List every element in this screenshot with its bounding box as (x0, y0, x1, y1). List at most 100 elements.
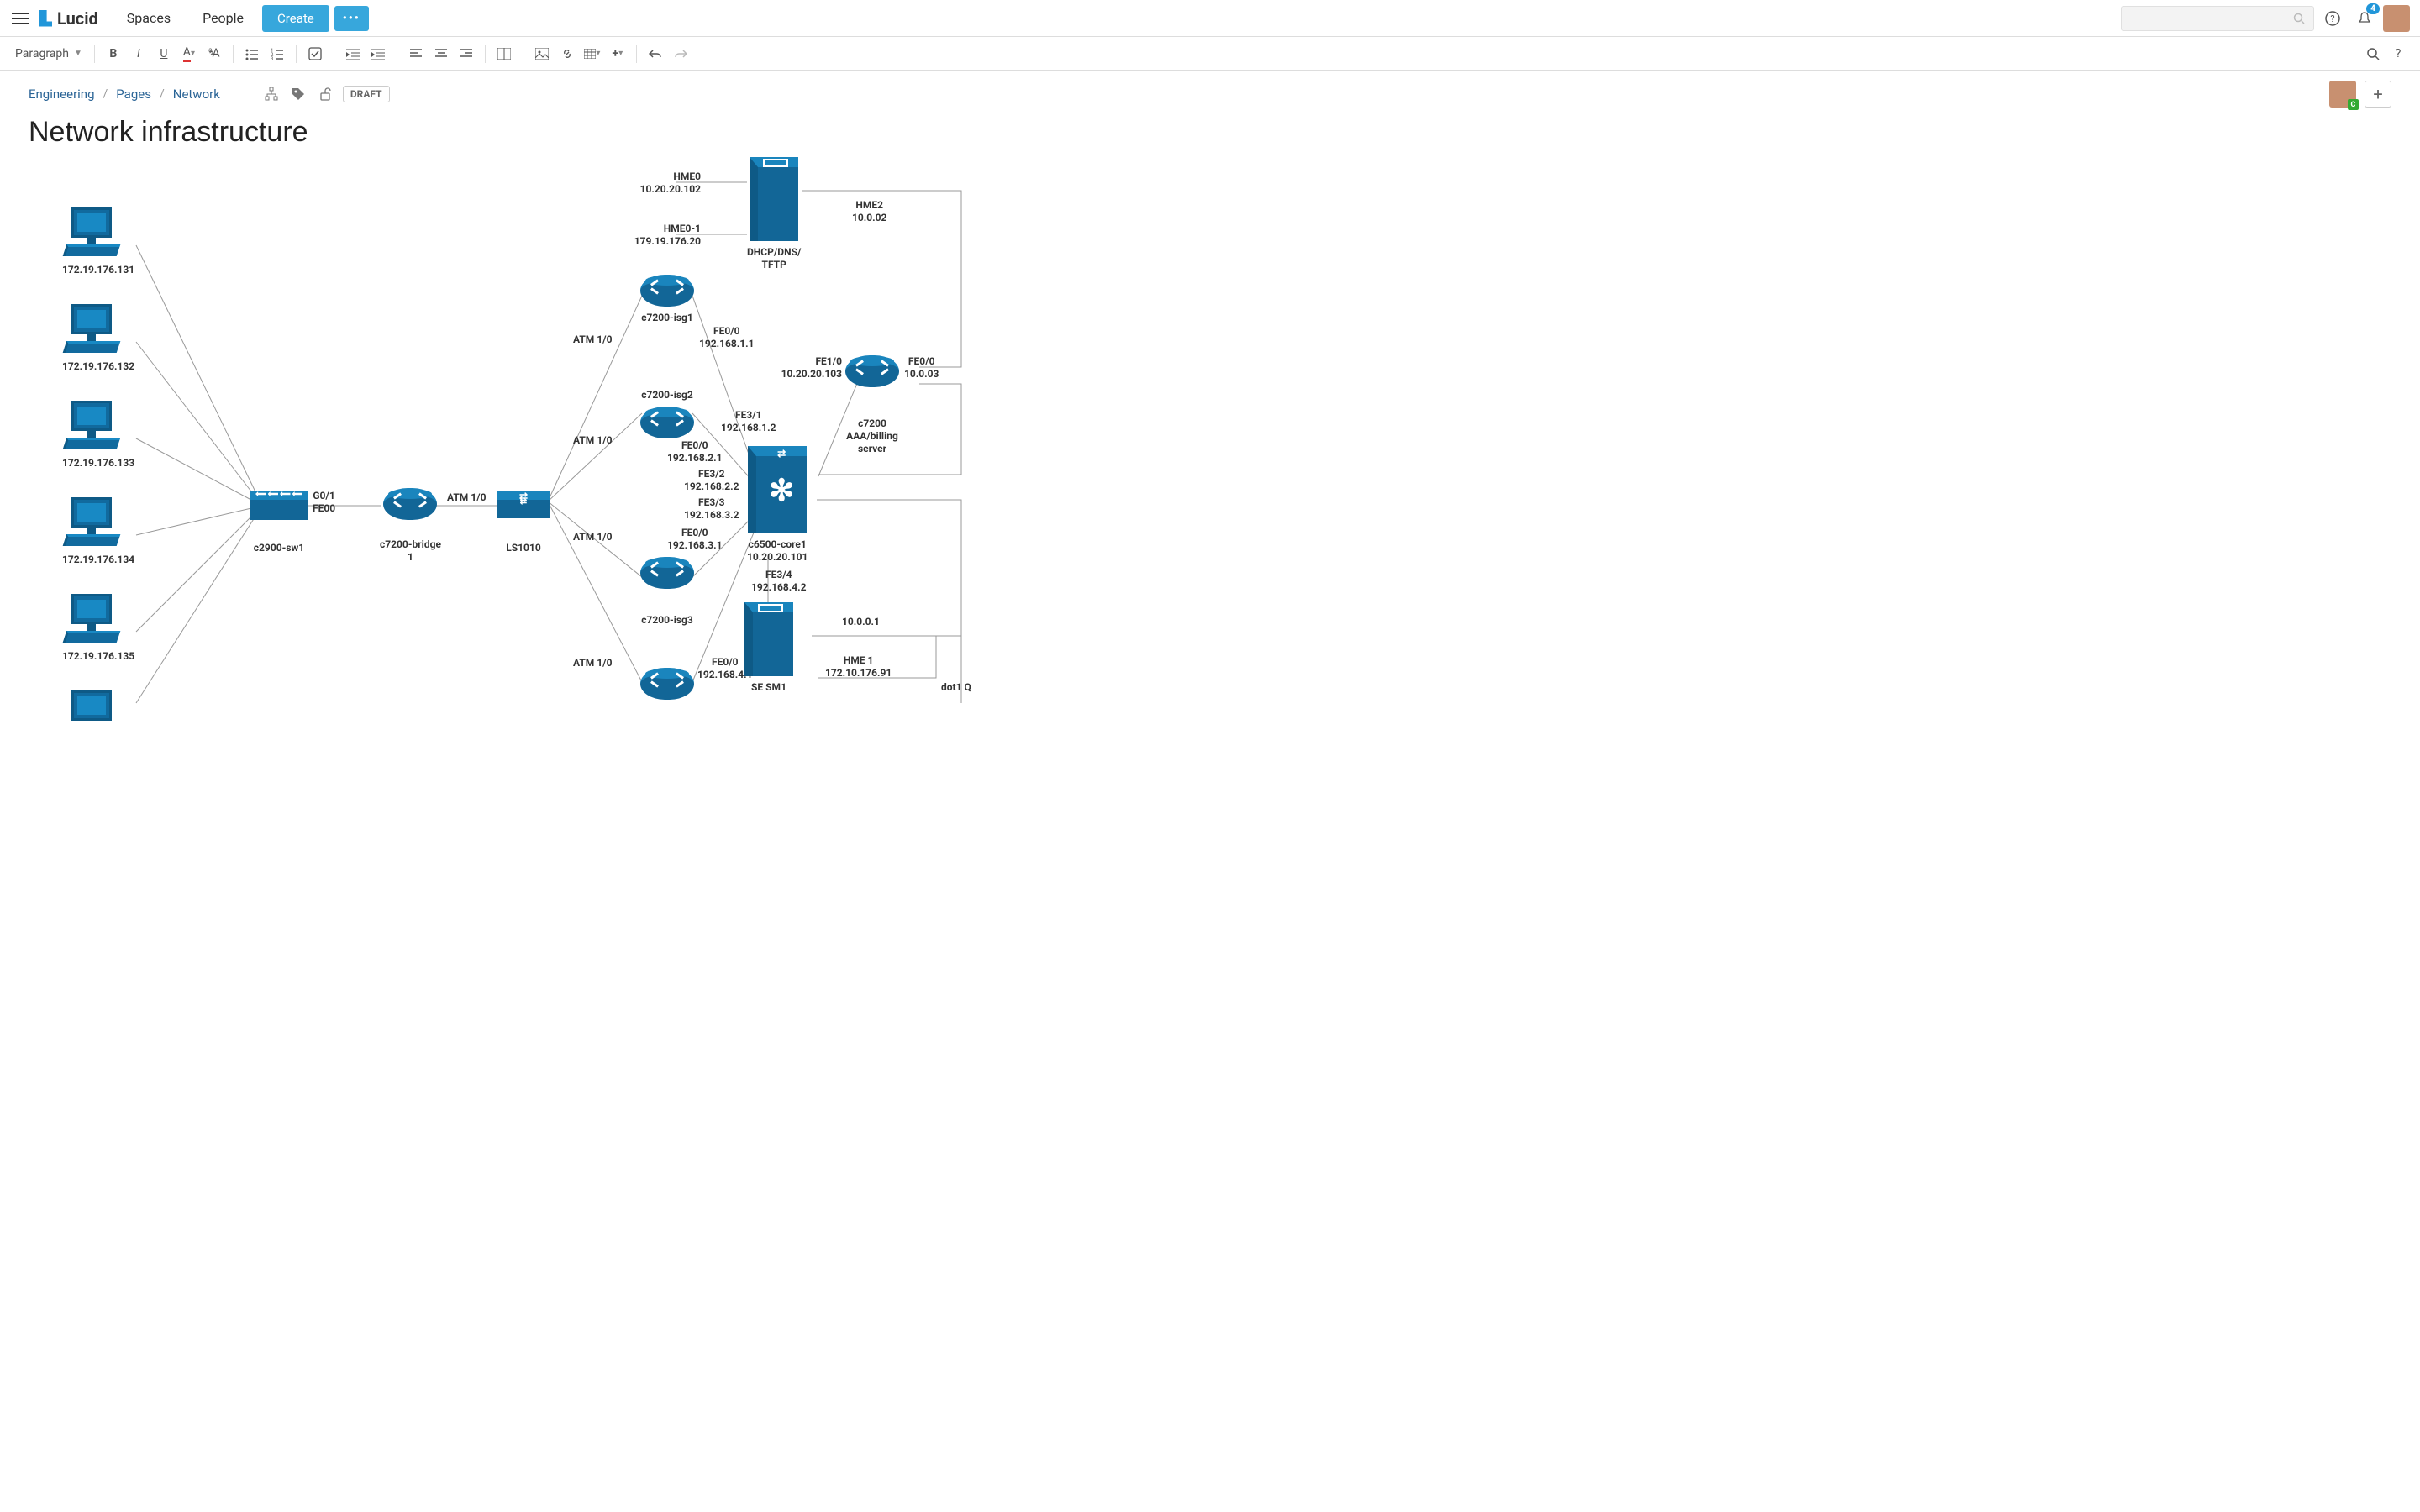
server-sesm: SE SM1 (744, 602, 793, 694)
switch-core: c6500-core1 10.20.20.101 (747, 446, 808, 564)
bullet-list-button[interactable] (240, 42, 264, 66)
help-button[interactable]: ? (2319, 5, 2346, 32)
table-button[interactable]: ▾ (581, 42, 604, 66)
search-input[interactable] (2121, 6, 2314, 31)
crumb-pages[interactable]: Pages (116, 87, 151, 102)
brand-text: Lucid (57, 8, 98, 29)
menu-button[interactable] (10, 8, 30, 29)
link-button[interactable] (555, 42, 579, 66)
fe10-label: FE1/0 10.20.20.103 (776, 355, 842, 381)
core-label: c6500-core1 10.20.20.101 (747, 538, 808, 564)
fe31-label: FE3/1 192.168.1.2 (721, 409, 776, 434)
add-button[interactable]: + (2365, 81, 2391, 108)
notif-badge: 4 (2366, 3, 2380, 14)
ls-label: LS1010 (506, 542, 540, 554)
ws4-label: 172.19.176.134 (62, 554, 134, 566)
router-bridge: c7200-bridge 1 (380, 488, 441, 564)
chevron-down-icon: ▼ (74, 49, 82, 58)
lock-open-icon[interactable] (316, 85, 334, 103)
isg1-label: c7200-isg1 (641, 312, 693, 324)
ws1-label: 172.19.176.131 (62, 264, 134, 276)
paragraph-label: Paragraph (15, 47, 69, 60)
workstation-4: 172.19.176.134 (62, 497, 134, 566)
dhcp-label: DHCP/DNS/ TFTP (747, 246, 801, 271)
switch-c2900: c2900-sw1 (250, 491, 308, 554)
text-color-button[interactable]: A ▾ (177, 42, 201, 66)
g01-label: G0/1 FE00 (313, 490, 335, 515)
network-diagram: 172.19.176.131 172.19.176.132 172.19.176… (29, 157, 1188, 711)
number-list-button[interactable]: 123 (266, 42, 289, 66)
hme0-label: HME0 10.20.20.102 (625, 171, 701, 196)
atm4-label: ATM 1/0 (573, 657, 613, 669)
undo-button[interactable] (644, 42, 667, 66)
sw1-label: c2900-sw1 (254, 542, 304, 554)
ws2-label: 172.19.176.132 (62, 360, 134, 373)
workstation-1: 172.19.176.131 (62, 207, 134, 276)
crumb-sep: / (103, 87, 108, 101)
svg-text:3: 3 (271, 56, 273, 60)
atm2-label: ATM 1/0 (573, 434, 613, 447)
isg3-label: c7200-isg3 (641, 614, 693, 627)
align-center-button[interactable] (429, 42, 453, 66)
paragraph-select[interactable]: Paragraph ▼ (10, 47, 87, 60)
atm1-label: ATM 1/0 (573, 333, 613, 346)
bold-button[interactable]: B (102, 42, 125, 66)
fe00-2-label: FE0/0 192.168.2.1 (667, 439, 723, 465)
underline-button[interactable]: U (152, 42, 176, 66)
fe33-label: FE3/3 192.168.3.2 (684, 496, 739, 522)
fe00-1-label: FE0/0 192.168.1.1 (699, 325, 755, 350)
create-button[interactable]: Create (262, 5, 329, 32)
isg2-label: c7200-isg2 (641, 389, 693, 402)
atm-bridge-label: ATM 1/0 (447, 491, 487, 504)
workstation-2: 172.19.176.132 (62, 304, 134, 373)
hme01-label: HME0-1 179.19.176.20 (617, 223, 701, 248)
nav-people[interactable]: People (189, 5, 257, 31)
router-isg3-a: c7200-isg3 (640, 557, 694, 627)
fe00-3-label: FE0/0 192.168.3.1 (667, 527, 723, 552)
image-button[interactable] (530, 42, 554, 66)
italic-button[interactable]: I (127, 42, 150, 66)
svg-text:?: ? (2330, 13, 2334, 24)
crumb-engineering[interactable]: Engineering (29, 87, 95, 102)
fe34-label: FE3/4 192.168.4.2 (751, 569, 807, 594)
help-icon: ? (2324, 10, 2341, 27)
align-right-button[interactable] (455, 42, 478, 66)
router-aaa: c7200 AAA/billing server (845, 355, 899, 455)
brand[interactable]: Lucid (39, 8, 98, 29)
bridge-label: c7200-bridge 1 (380, 538, 441, 564)
insert-button[interactable]: + ▾ (606, 42, 629, 66)
workstation-3: 172.19.176.133 (62, 401, 134, 470)
clear-format-button[interactable]: aA↯ (203, 42, 226, 66)
more-button[interactable]: ••• (334, 6, 369, 31)
page-title: Network infrastructure (0, 113, 2420, 157)
tag-icon[interactable] (289, 85, 308, 103)
workstation-6 (62, 690, 121, 745)
task-list-button[interactable] (303, 42, 327, 66)
nav-spaces[interactable]: Spaces (113, 5, 184, 31)
indent-button[interactable] (366, 42, 390, 66)
aaa-label: c7200 AAA/billing server (846, 417, 898, 455)
notifications-button[interactable]: 4 (2351, 5, 2378, 32)
contributor-avatar[interactable] (2329, 81, 2356, 108)
outdent-button[interactable] (341, 42, 365, 66)
crumb-network[interactable]: Network (173, 87, 220, 102)
router-isg3-b (640, 668, 694, 700)
workstation-5: 172.19.176.135 (62, 594, 134, 663)
layout-button[interactable] (492, 42, 516, 66)
find-button[interactable] (2361, 42, 2385, 66)
search-icon (2293, 13, 2305, 24)
server-dhcp: DHCP/DNS/ TFTP (747, 157, 801, 271)
ws3-label: 172.19.176.133 (62, 457, 134, 470)
help-toolbar-button[interactable]: ? (2386, 42, 2410, 66)
redo-button[interactable] (669, 42, 692, 66)
router-isg1: c7200-isg1 (640, 275, 694, 324)
user-avatar[interactable] (2383, 5, 2410, 32)
ws5-label: 172.19.176.135 (62, 650, 134, 663)
ip1-label: 10.0.0.1 (842, 616, 880, 628)
fe00r-label: FE0/0 10.0.03 (904, 355, 939, 381)
lucid-logo-icon (39, 10, 52, 27)
hierarchy-icon[interactable] (262, 85, 281, 103)
hme2-label: HME2 10.0.02 (852, 199, 886, 224)
align-left-button[interactable] (404, 42, 428, 66)
hme1b-label: HME 1 172.10.176.91 (825, 654, 892, 680)
